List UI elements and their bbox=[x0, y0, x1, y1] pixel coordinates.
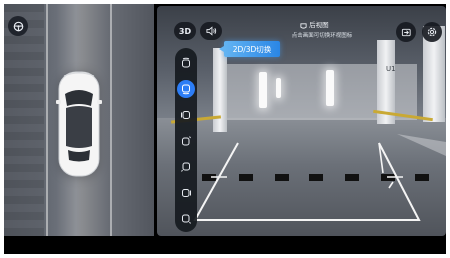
right-side-view-icon bbox=[180, 187, 192, 199]
camera-view-hint: 点击画面可切换环视图标 bbox=[291, 33, 353, 39]
view-switch-tooltip: 2D/3D切换 bbox=[219, 41, 280, 57]
speaker-icon bbox=[205, 26, 217, 36]
tooltip-text: 2D/3D切换 bbox=[232, 44, 272, 54]
exit-icon bbox=[401, 27, 412, 38]
front-view-button[interactable] bbox=[177, 54, 195, 72]
sound-button[interactable] bbox=[200, 22, 222, 40]
right-side-view-button[interactable] bbox=[177, 184, 195, 202]
steering-wheel-button[interactable] bbox=[8, 16, 28, 36]
left-rear-wheel-icon bbox=[180, 161, 192, 173]
3d-mode-button[interactable]: 3D bbox=[174, 22, 196, 40]
right-rear-wheel-icon bbox=[180, 213, 192, 225]
right-rear-wheel-button[interactable] bbox=[177, 210, 195, 228]
camera-view-title: 后视图 bbox=[300, 19, 329, 29]
exit-view-button[interactable] bbox=[396, 22, 416, 42]
left-side-view-icon bbox=[180, 109, 192, 121]
3d-mode-label: 3D bbox=[178, 26, 192, 36]
pillar-sign: U1 bbox=[386, 65, 396, 73]
left-rear-wheel-button[interactable] bbox=[177, 158, 195, 176]
camera-view-title-text: 后视图 bbox=[309, 21, 329, 29]
camera-selector-toolbar bbox=[175, 48, 197, 232]
front-view-icon bbox=[180, 57, 192, 69]
birds-eye-view[interactable] bbox=[4, 4, 154, 236]
rear-view-button[interactable] bbox=[177, 80, 195, 98]
gear-icon bbox=[426, 26, 438, 38]
right-front-wheel-button[interactable] bbox=[177, 132, 195, 150]
settings-button[interactable] bbox=[422, 22, 442, 42]
rear-view-title-icon bbox=[300, 22, 307, 29]
right-front-wheel-icon bbox=[180, 135, 192, 147]
steering-wheel-icon bbox=[13, 21, 24, 32]
surround-view-screen: 3D 2D/3D切换 后视图 点击画面可切换环视图标 U1 bbox=[4, 4, 446, 254]
rear-view-icon bbox=[180, 83, 192, 95]
vehicle-top-view bbox=[56, 70, 102, 178]
left-side-view-button[interactable] bbox=[177, 106, 195, 124]
